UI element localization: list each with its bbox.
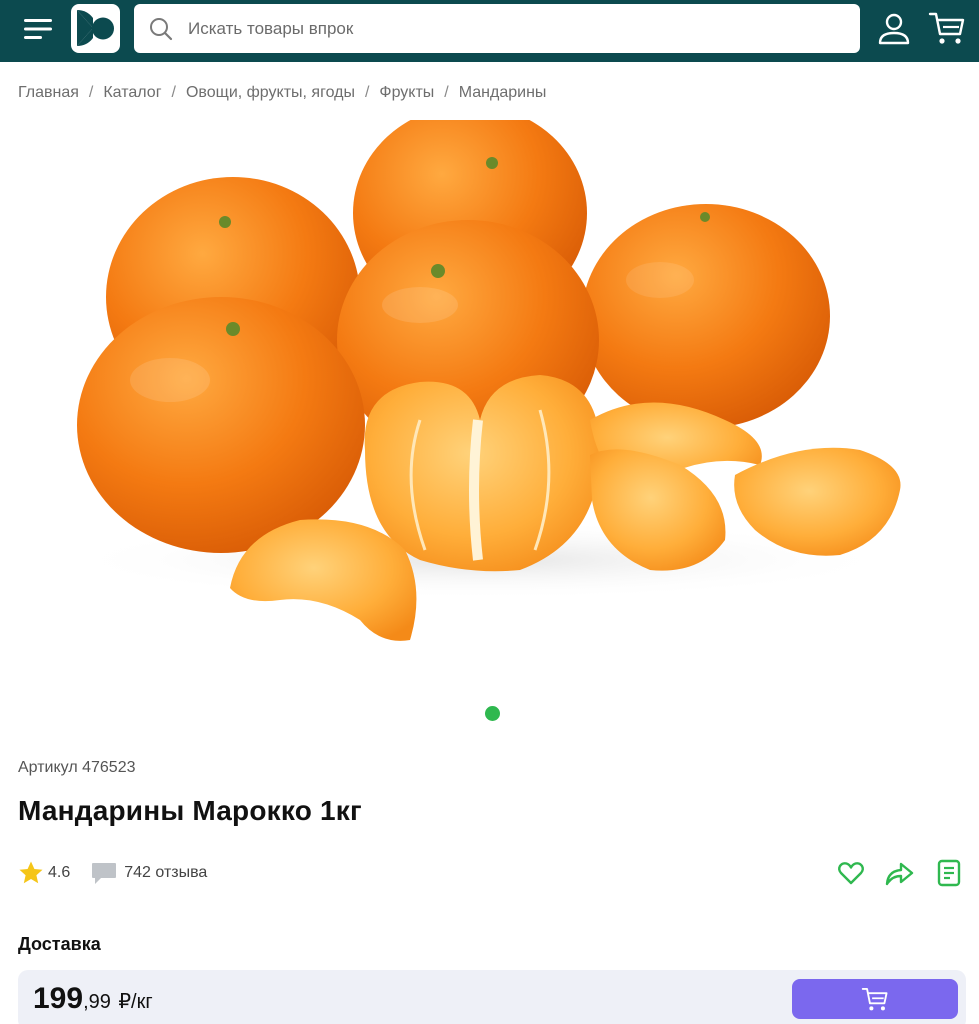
product-image[interactable] [0, 105, 979, 700]
share-icon[interactable] [884, 858, 914, 888]
comment-icon [92, 863, 117, 884]
price-unit: ₽/кг [118, 991, 153, 1013]
search-bar[interactable] [134, 4, 860, 53]
gallery-dot-active[interactable] [485, 706, 500, 721]
breadcrumb-item-vegetables-fruits[interactable]: Овощи, фрукты, ягоды [186, 84, 355, 102]
product-title: Мандарины Марокко 1кг [18, 795, 362, 826]
search-input[interactable] [188, 12, 838, 45]
search-icon [150, 18, 173, 41]
breadcrumb-item-mandarins[interactable]: Мандарины [459, 84, 547, 102]
reviews-link[interactable]: 742 отзыва [124, 864, 207, 882]
price-integer: 199 [33, 982, 84, 1015]
breadcrumb-item-catalog[interactable]: Каталог [103, 84, 161, 102]
price: 199,99 ₽/кг [33, 982, 153, 1016]
cart-icon [861, 987, 888, 1011]
breadcrumb-item-home[interactable]: Главная [18, 84, 79, 102]
price-bar: 199,99 ₽/кг [18, 970, 966, 1024]
product-rating: 4.6 [48, 864, 71, 881]
breadcrumb-item-fruits[interactable]: Фрукты [379, 84, 434, 102]
breadcrumb-separator: / [444, 84, 449, 101]
cart-icon[interactable] [928, 10, 966, 46]
top-header [0, 0, 979, 62]
logo[interactable] [71, 4, 120, 53]
breadcrumb-separator: / [364, 84, 370, 101]
price-fraction: ,99 [83, 991, 111, 1013]
star-icon [19, 861, 43, 884]
user-icon[interactable] [876, 12, 912, 46]
add-to-cart-button[interactable] [792, 979, 958, 1019]
menu-icon[interactable] [22, 15, 56, 43]
breadcrumb: Главная / Каталог / Овощи, фрукты, ягоды… [18, 82, 546, 104]
heart-icon[interactable] [836, 858, 866, 888]
product-meta: 4.6 742 отзыва [18, 859, 207, 887]
breadcrumb-separator: / [88, 84, 94, 101]
delivery-label: Доставка [18, 934, 101, 954]
list-icon[interactable] [934, 858, 964, 888]
product-actions [836, 858, 962, 890]
breadcrumb-separator: / [171, 84, 176, 101]
product-sku: Артикул 476523 [18, 759, 136, 776]
